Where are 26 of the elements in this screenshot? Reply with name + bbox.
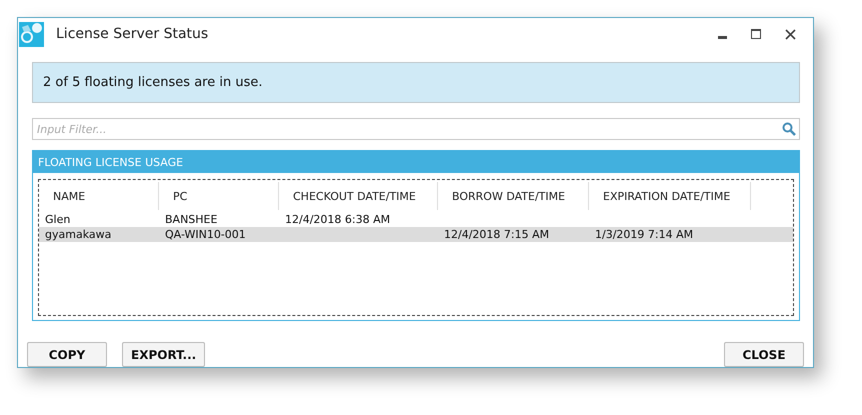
close-icon (784, 28, 796, 40)
table-cell-text: Glen (44, 213, 72, 226)
table-cell-text: 1/3/2019 7:14 AM (594, 228, 694, 241)
panel-title: FLOATING LICENSE USAGE (33, 151, 799, 173)
maximize-icon (751, 29, 761, 39)
status-banner: 2 of 5 floating licenses are in use. (32, 62, 800, 103)
column-header[interactable]: CHECKOUT DATE/TIME (279, 182, 438, 210)
table-row[interactable]: Glen BANSHEE 12/4/2018 6:38 AM (39, 212, 793, 227)
action-button[interactable]: EXPORT... (122, 342, 206, 367)
table-cell-text: gyamakawa (44, 228, 112, 241)
window-title: License Server Status (56, 26, 210, 42)
minimize-icon (718, 36, 726, 39)
table-cell-text: BANSHEE (164, 213, 218, 226)
table-cell-text: 12/4/2018 6:38 AM (284, 213, 392, 226)
filter-field[interactable]: Input Filter... (32, 118, 800, 140)
table-cell-text: 12/4/2018 7:15 AM (443, 228, 550, 241)
column-header[interactable]: BORROW DATE/TIME (438, 182, 589, 210)
table-row[interactable]: gyamakawa QA-WIN10-001 12/4/2018 7:15 AM 1/3/2019 7:14 AM (39, 227, 793, 242)
column-header[interactable]: PC (159, 182, 279, 210)
action-button[interactable]: COPY (27, 342, 107, 367)
app-logo-icon (19, 22, 44, 46)
column-header[interactable]: NAME (39, 182, 159, 210)
search-icon[interactable] (782, 122, 796, 136)
table-cell-text: QA-WIN10-001 (164, 228, 247, 241)
column-header[interactable]: EXPIRATION DATE/TIME (589, 182, 751, 210)
close-button[interactable]: CLOSE (724, 342, 804, 367)
